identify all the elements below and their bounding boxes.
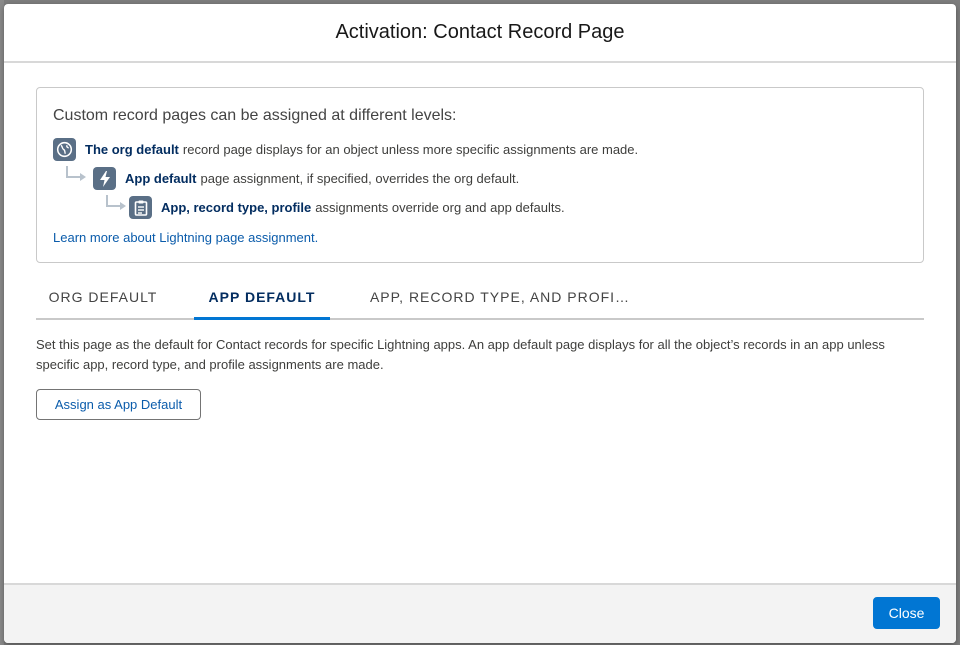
modal-header: Activation: Contact Record Page xyxy=(4,4,956,63)
app-default-description: Set this page as the default for Contact… xyxy=(36,337,885,372)
level-bold-label: App default xyxy=(125,171,197,186)
lightning-icon xyxy=(93,167,116,190)
level-app-default: App default page assignment, if specifie… xyxy=(93,167,519,190)
level-bold-label: App, record type, profile xyxy=(161,200,312,215)
tab-app-default[interactable]: APP DEFAULT xyxy=(194,282,330,320)
modal-title: Activation: Contact Record Page xyxy=(335,21,625,43)
modal-footer: Close xyxy=(4,583,956,643)
tab-app-record-type-profile[interactable]: APP, RECORD TYPE, AND PROFI… xyxy=(354,282,646,318)
assignment-levels-card: Custom record pages can be assigned at d… xyxy=(36,87,924,263)
assignment-tabs: ORG DEFAULT APP DEFAULT APP, RECORD TYPE… xyxy=(36,282,924,320)
globe-icon xyxy=(53,138,76,161)
activation-modal: Activation: Contact Record Page Custom r… xyxy=(4,4,956,643)
assign-as-app-default-button[interactable]: Assign as App Default xyxy=(36,389,201,420)
clipboard-icon xyxy=(129,196,152,219)
level-description: assignments override org and app default… xyxy=(315,200,565,215)
close-button[interactable]: Close xyxy=(873,597,940,629)
level-app-record-type-profile: App, record type, profile assignments ov… xyxy=(129,196,565,219)
level-org-default: The org default record page displays for… xyxy=(53,138,638,161)
level-bold-label: The org default xyxy=(85,142,179,157)
hierarchy-arrow-icon xyxy=(66,166,86,181)
tab-org-default[interactable]: ORG DEFAULT xyxy=(36,282,170,318)
learn-more-link[interactable]: Learn more about Lightning page assignme… xyxy=(53,230,318,245)
level-description: page assignment, if specified, overrides… xyxy=(200,171,520,186)
info-heading: Custom record pages can be assigned at d… xyxy=(53,107,457,124)
level-description: record page displays for an object unles… xyxy=(182,142,639,157)
hierarchy-arrow-icon xyxy=(106,195,126,210)
